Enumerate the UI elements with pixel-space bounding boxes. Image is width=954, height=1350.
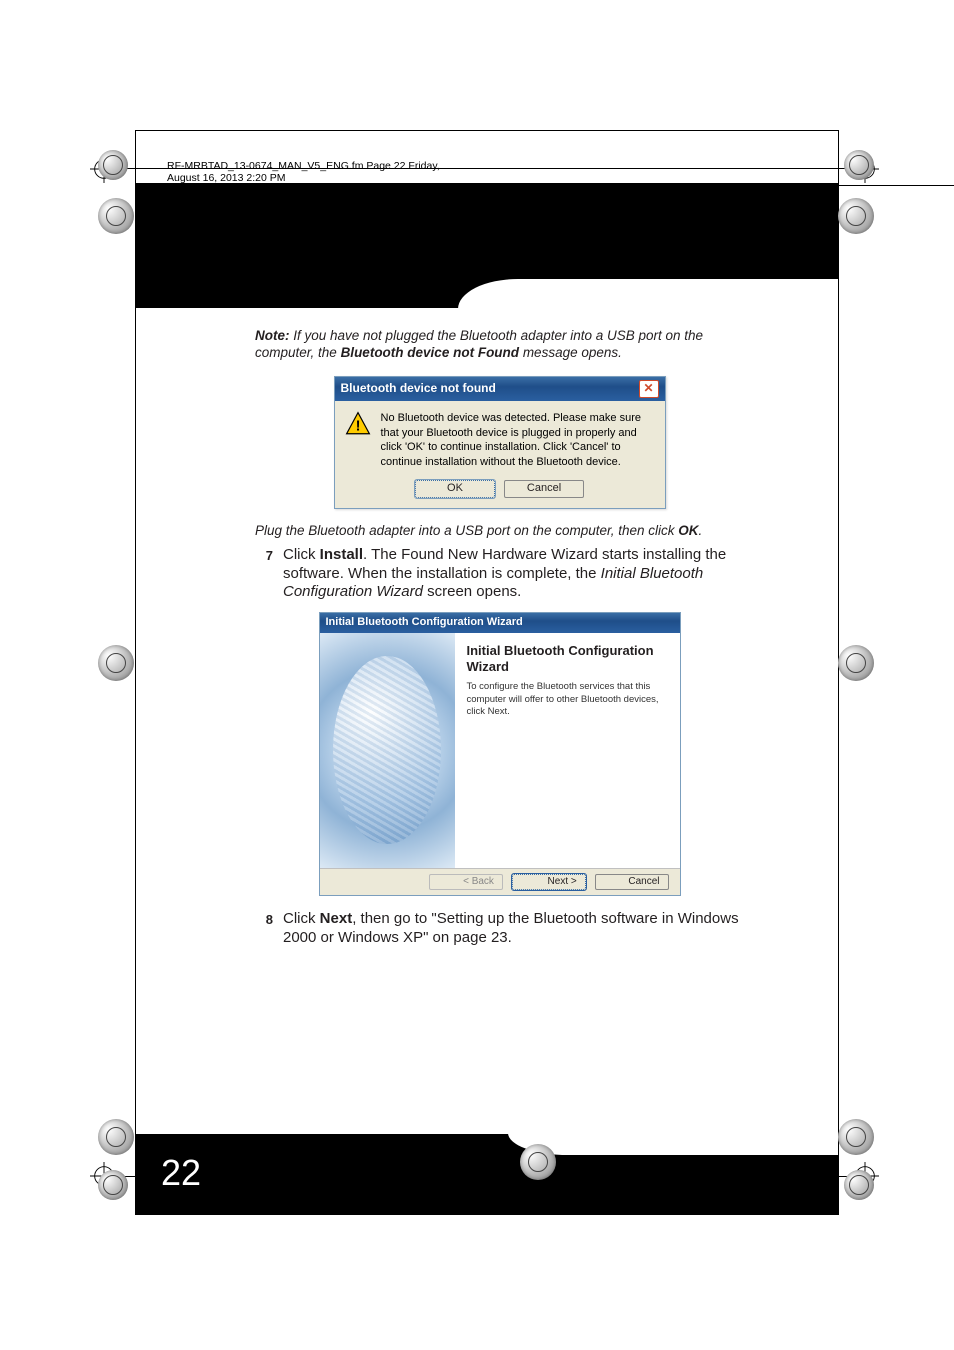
dialog2-titlebar: Initial Bluetooth Configuration Wizard (320, 613, 680, 633)
step-number-8: 8 (255, 910, 273, 948)
step-number-7: 7 (255, 546, 273, 602)
registration-medallion-icon (98, 1119, 134, 1155)
registration-medallion-icon (844, 1170, 874, 1200)
registration-medallion-icon (838, 645, 874, 681)
registration-medallion-icon (844, 150, 874, 180)
note-paragraph: Note: If you have not plugged the Blueto… (255, 328, 744, 362)
back-button: < Back (429, 874, 503, 891)
next-button[interactable]: Next > (512, 874, 586, 891)
warning-icon: ! (345, 411, 371, 437)
step-8-text: Click Next, then go to "Setting up the B… (283, 910, 744, 948)
dialog1-titlebar: Bluetooth device not found ✕ (335, 377, 665, 401)
ok-button[interactable]: OK (415, 480, 495, 498)
initial-bluetooth-wizard-dialog: Initial Bluetooth Configuration Wizard I… (319, 612, 681, 896)
wizard-body-text: To configure the Bluetooth services that… (467, 681, 668, 718)
registration-medallion-icon (838, 1119, 874, 1155)
registration-medallion-icon (98, 645, 134, 681)
wizard-cancel-button[interactable]: Cancel (595, 874, 669, 891)
registration-medallion-icon (98, 150, 128, 180)
registration-medallion-icon (520, 1144, 556, 1180)
registration-medallion-icon (98, 198, 134, 234)
registration-medallion-icon (838, 198, 874, 234)
dialog1-message: No Bluetooth device was detected. Please… (381, 411, 655, 470)
step-8: 8 Click Next, then go to "Setting up the… (255, 910, 744, 948)
step-7-text: Click Install. The Found New Hardware Wi… (283, 546, 744, 602)
plug-instruction: Plug the Bluetooth adapter into a USB po… (255, 523, 744, 540)
bluetooth-not-found-dialog: Bluetooth device not found ✕ ! No Blueto… (334, 376, 666, 509)
registration-medallion-icon (98, 1170, 128, 1200)
footer-band: 22 (136, 1134, 838, 1214)
svg-text:!: ! (355, 418, 360, 434)
wizard-heading: Initial Bluetooth Configuration Wizard (467, 643, 668, 676)
cancel-button[interactable]: Cancel (504, 480, 584, 498)
dialog1-title: Bluetooth device not found (341, 381, 496, 396)
header-band (136, 183, 838, 308)
wizard-globe-image (320, 633, 455, 868)
step-7: 7 Click Install. The Found New Hardware … (255, 546, 744, 602)
close-icon[interactable]: ✕ (639, 380, 659, 398)
note-label: Note: (255, 328, 290, 343)
page-number: 22 (161, 1152, 201, 1194)
